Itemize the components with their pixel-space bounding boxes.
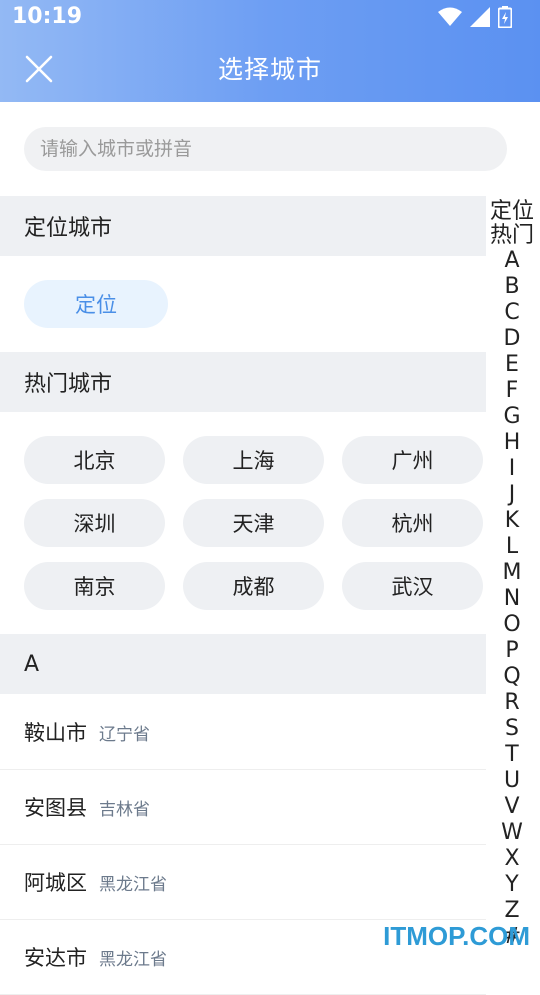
hot-city-chip[interactable]: 天津 [183,499,324,547]
watermark-logo: ITMOP.COM [383,921,530,951]
index-item[interactable]: J [486,482,538,508]
alphabet-index-bar[interactable]: 定位 热门 A B C D E F G H I J K L M N O P Q … [486,200,538,950]
index-item[interactable]: Q [486,664,538,690]
index-item[interactable]: S [486,716,538,742]
search-input[interactable] [24,127,507,171]
hot-city-chip[interactable]: 武汉 [342,562,483,610]
index-item[interactable]: I [486,456,538,482]
hot-city-chip[interactable]: 深圳 [24,499,165,547]
hot-city-chip[interactable]: 成都 [183,562,324,610]
header-bar: 10:19 选择城市 [0,0,540,102]
hot-city-chip[interactable]: 南京 [24,562,165,610]
city-province: 吉林省 [99,799,150,820]
locate-button[interactable]: 定位 [24,280,168,328]
index-item[interactable]: W [486,820,538,846]
city-province: 辽宁省 [99,724,150,745]
index-item[interactable]: H [486,430,538,456]
index-item[interactable]: U [486,768,538,794]
index-item[interactable]: Y [486,872,538,898]
hot-city-chip[interactable]: 杭州 [342,499,483,547]
index-item[interactable]: R [486,690,538,716]
index-item[interactable]: B [486,274,538,300]
index-item[interactable]: D [486,326,538,352]
status-icons [438,6,512,28]
index-item[interactable]: O [486,612,538,638]
city-province: 黑龙江省 [99,949,167,970]
hot-city-chip[interactable]: 上海 [183,436,324,484]
index-item[interactable]: M [486,560,538,586]
index-item[interactable]: N [486,586,538,612]
battery-icon [498,6,512,28]
index-item[interactable]: A [486,248,538,274]
hot-city-chip[interactable]: 北京 [24,436,165,484]
index-item[interactable]: 定位 [486,200,538,224]
index-item[interactable]: T [486,742,538,768]
status-time: 10:19 [12,4,83,29]
index-item[interactable]: F [486,378,538,404]
index-item[interactable]: P [486,638,538,664]
index-item[interactable]: E [486,352,538,378]
city-name: 安达市 [24,946,87,970]
section-header-letter: A [0,634,486,694]
city-name: 安图县 [24,796,87,820]
section-header-location: 定位城市 [0,196,486,256]
index-item[interactable]: X [486,846,538,872]
city-list-item[interactable]: 鞍山市 辽宁省 [0,695,486,770]
city-list-item[interactable]: 安图县 吉林省 [0,770,486,845]
city-name: 鞍山市 [24,721,87,745]
page-title: 选择城市 [217,55,322,84]
hot-city-chip[interactable]: 广州 [342,436,483,484]
index-item[interactable]: 热门 [486,224,538,248]
index-item[interactable]: L [486,534,538,560]
section-header-hot: 热门城市 [0,352,486,412]
index-item[interactable]: G [486,404,538,430]
city-name: 阿城区 [24,871,87,895]
index-item[interactable]: C [486,300,538,326]
city-province: 黑龙江省 [99,874,167,895]
index-item[interactable]: V [486,794,538,820]
city-list-item[interactable]: 阿城区 黑龙江省 [0,845,486,920]
signal-icon [470,7,490,27]
index-item[interactable]: K [486,508,538,534]
wifi-icon [438,7,462,26]
